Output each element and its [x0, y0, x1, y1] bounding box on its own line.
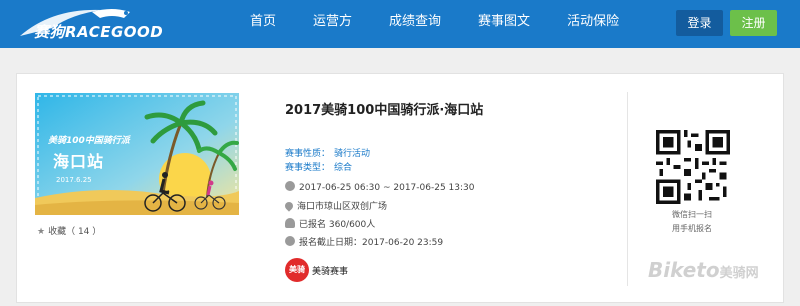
poster-title-line1: 美骑100中国骑行派 [48, 136, 130, 146]
star-icon: ★ [37, 227, 46, 237]
watermark-text: Biketo [648, 258, 720, 282]
event-deadline-text: 报名截止日期：2017-06-20 23:59 [299, 238, 444, 248]
organizer[interactable]: 美骑 美骑赛事 [285, 258, 348, 282]
event-title[interactable]: 2017美骑100中国骑行派·海口站 [285, 99, 483, 118]
event-location-text: 海口市琼山区双创广场 [297, 202, 388, 212]
event-registered-text: 已报名 360/600人 [299, 220, 376, 230]
event-registered: 已报名 360/600人 [285, 217, 375, 230]
organizer-name: 美骑赛事 [312, 266, 349, 277]
divider [627, 92, 628, 286]
favorite-button[interactable]: ★ 收藏（ 14 ） [37, 224, 101, 237]
logo-text: 赛狗RACEGOOD [34, 23, 164, 41]
poster-date: 2017.6.25 [56, 176, 92, 184]
calendar-icon [285, 236, 295, 246]
organizer-logo: 美骑 [285, 258, 309, 282]
watermark-sub: 美骑网 [719, 266, 759, 281]
qr-caption-line1: 微信扫一扫 [672, 210, 712, 219]
main-nav: 首页 运营方 成绩查询 赛事图文 活动保险 [250, 0, 656, 48]
type-label: 赛事类型： [285, 163, 331, 173]
event-time-text: 2017-06-25 06:30 ~ 2017-06-25 13:30 [299, 183, 475, 193]
nav-results[interactable]: 成绩查询 [389, 0, 441, 48]
event-location: 海口市琼山区双创广场 [283, 199, 388, 212]
nature-label: 赛事性质： [285, 149, 331, 159]
event-nature: 赛事性质： 骑行活动 [285, 146, 370, 159]
clock-icon [285, 181, 295, 191]
favorite-label: 收藏（ 14 ） [48, 227, 102, 237]
poster-title-line2: 海口站 [53, 152, 105, 171]
top-header: 赛狗RACEGOOD 首页 运营方 成绩查询 赛事图文 活动保险 登录 注册 [0, 0, 800, 48]
nav-home[interactable]: 首页 [250, 0, 276, 48]
location-pin-icon [283, 200, 295, 212]
nav-insurance[interactable]: 活动保险 [567, 0, 619, 48]
event-type: 赛事类型： 综合 [285, 160, 352, 173]
type-value[interactable]: 综合 [334, 163, 352, 173]
person-icon [285, 218, 295, 228]
watermark: Biketo美骑网 [648, 258, 759, 282]
event-deadline: 报名截止日期：2017-06-20 23:59 [285, 235, 443, 248]
qr-code [656, 130, 730, 204]
nav-event-gallery[interactable]: 赛事图文 [478, 0, 530, 48]
site-logo[interactable]: 赛狗RACEGOOD [12, 6, 177, 42]
qr-caption-line2: 用手机报名 [672, 224, 712, 233]
nature-value[interactable]: 骑行活动 [334, 149, 370, 159]
login-button[interactable]: 登录 [676, 10, 723, 36]
event-time: 2017-06-25 06:30 ~ 2017-06-25 13:30 [285, 181, 474, 193]
nav-operators[interactable]: 运营方 [313, 0, 352, 48]
register-button[interactable]: 注册 [730, 10, 777, 36]
event-poster[interactable]: 美骑100中国骑行派 海口站 2017.6.25 [35, 93, 239, 215]
